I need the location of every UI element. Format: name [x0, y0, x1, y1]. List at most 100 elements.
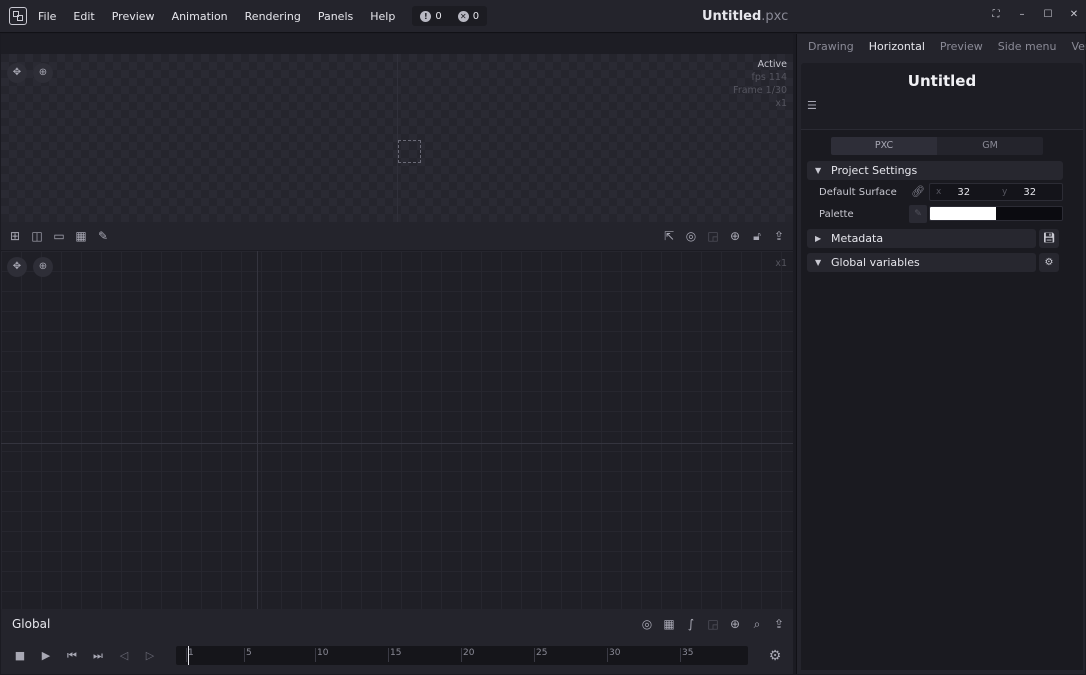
- warning-icon: !: [420, 10, 432, 22]
- default-surface-label: Default Surface: [819, 187, 897, 198]
- y-axis-label: y: [1002, 187, 1008, 197]
- palette-label: Palette: [819, 209, 854, 220]
- project-properties: PXC GM ▼ Project Settings Default Surfac…: [801, 129, 1083, 670]
- last-frame-icon[interactable]: ⏭: [91, 649, 105, 663]
- app-logo-icon[interactable]: [9, 7, 27, 25]
- section-title: Global variables: [831, 256, 920, 269]
- timeline-tick: 30: [606, 648, 621, 662]
- menu-help[interactable]: Help: [370, 10, 395, 23]
- palette-picker-icon[interactable]: ✎: [909, 205, 927, 223]
- timeline-track[interactable]: 1 5 10 15 20 25 30 35: [176, 646, 748, 665]
- prev-keyframe-icon[interactable]: ◁: [117, 649, 131, 663]
- preview-panel[interactable]: ✥ ⊕ Active fps 114 Frame 1/30 x1: [1, 34, 793, 222]
- global-variables-settings-icon[interactable]: ⚙: [1039, 253, 1059, 272]
- graph-center-icon[interactable]: ⊕: [727, 616, 743, 632]
- tile-grid-icon[interactable]: ▦: [73, 228, 89, 244]
- timeline-settings-icon[interactable]: ⚙: [767, 648, 783, 664]
- stop-icon[interactable]: ■: [13, 649, 27, 663]
- onion-skin-icon[interactable]: ◎: [683, 228, 699, 244]
- play-icon[interactable]: ▶: [39, 649, 53, 663]
- add-preview-icon[interactable]: ⊞: [7, 228, 23, 244]
- menu-edit[interactable]: Edit: [73, 10, 94, 23]
- menu-panels[interactable]: Panels: [318, 10, 353, 23]
- layer-icon[interactable]: ◲: [705, 228, 721, 244]
- close-icon[interactable]: ✕: [1068, 9, 1080, 21]
- expand-down-icon: ▼: [815, 258, 822, 267]
- zoom-icon[interactable]: ⊕: [33, 63, 53, 83]
- tab-side-menu[interactable]: Side menu: [998, 40, 1057, 53]
- preview-fps: fps 114: [751, 72, 787, 83]
- preview-center-line: [397, 54, 398, 222]
- next-keyframe-icon[interactable]: ▷: [143, 649, 157, 663]
- section-title: Metadata: [831, 232, 884, 245]
- section-project-settings[interactable]: ▼ Project Settings: [807, 161, 1063, 180]
- surface-width[interactable]: 32: [957, 187, 996, 198]
- node-graph-panel[interactable]: ✥ ⊕ x1: [1, 251, 793, 609]
- format-gm[interactable]: GM: [937, 137, 1043, 155]
- tab-drawing[interactable]: Drawing: [808, 40, 854, 53]
- list-icon[interactable]: ☰: [807, 99, 821, 113]
- preview-toolbar: ⊞ ◫ ▭ ▦ ✎ ⇱ ◎ ◲ ⊕ 🔓︎ ⇪: [1, 222, 793, 250]
- graph-onion-icon[interactable]: ◎: [639, 616, 655, 632]
- tab-vertical[interactable]: Vertic: [1071, 40, 1086, 53]
- graph-pan-icon[interactable]: ✥: [7, 257, 27, 277]
- fit-view-icon[interactable]: ▭: [51, 228, 67, 244]
- palette-swatch[interactable]: [996, 207, 1062, 220]
- export-icon[interactable]: ⇪: [771, 228, 787, 244]
- error-count: 0: [472, 10, 480, 22]
- menu-preview[interactable]: Preview: [112, 10, 155, 23]
- menu-file[interactable]: File: [38, 10, 56, 23]
- first-frame-icon[interactable]: ⏮: [65, 649, 79, 663]
- fullscreen-icon[interactable]: ⛶: [990, 9, 1002, 21]
- timeline-tick: 25: [533, 648, 548, 662]
- lock-icon[interactable]: 🔓︎: [749, 228, 765, 244]
- inspector-panel: Drawing Horizontal Preview Side menu Ver…: [796, 34, 1086, 674]
- timeline: ■ ▶ ⏮ ⏭ ◁ ▷ 1 5 10 15 20 25 30 35 ⚙: [1, 638, 793, 674]
- default-surface-input[interactable]: x 32 y 32: [929, 183, 1063, 201]
- preview-zoom: x1: [775, 98, 787, 109]
- section-metadata[interactable]: ▶ Metadata: [807, 229, 1036, 248]
- pan-icon[interactable]: ✥: [7, 63, 27, 83]
- error-icon: ✕: [457, 10, 469, 22]
- split-view-icon[interactable]: ◫: [29, 228, 45, 244]
- maximize-icon[interactable]: ☐: [1042, 9, 1054, 21]
- section-title: Project Settings: [831, 164, 918, 177]
- graph-layer-icon[interactable]: ◲: [705, 616, 721, 632]
- title-bar: File Edit Preview Animation Rendering Pa…: [0, 0, 1086, 33]
- menu-animation[interactable]: Animation: [172, 10, 228, 23]
- export-link-icon[interactable]: ⇱: [661, 228, 677, 244]
- preview-status: Active: [757, 59, 787, 70]
- menu-rendering[interactable]: Rendering: [245, 10, 301, 23]
- format-pxc[interactable]: PXC: [831, 137, 937, 155]
- search-icon[interactable]: ⌕: [749, 616, 765, 632]
- graph-context-label: Global: [12, 616, 51, 631]
- preview-info: Active fps 114 Frame 1/30 x1: [733, 58, 787, 110]
- preview-surface-bounds: [398, 140, 421, 163]
- playhead[interactable]: [188, 646, 189, 665]
- warning-count: 0: [435, 10, 442, 22]
- tab-horizontal[interactable]: Horizontal: [869, 40, 925, 53]
- center-icon[interactable]: ⊕: [727, 228, 743, 244]
- color-picker-icon[interactable]: ✎: [95, 228, 111, 244]
- save-metadata-icon[interactable]: 💾︎: [1039, 229, 1059, 248]
- graph-export-icon[interactable]: ⇪: [771, 616, 787, 632]
- palette-swatches[interactable]: [929, 206, 1063, 221]
- curve-icon[interactable]: ∫: [683, 616, 699, 632]
- link-icon[interactable]: 🔗︎: [911, 185, 925, 199]
- expand-right-icon: ▶: [815, 234, 822, 243]
- x-axis-label: x: [936, 187, 942, 197]
- inspector-title: Untitled: [907, 72, 977, 90]
- graph-axis-vertical: [257, 251, 258, 609]
- graph-zoom-icon[interactable]: ⊕: [33, 257, 53, 277]
- tab-preview[interactable]: Preview: [940, 40, 983, 53]
- timeline-tick: 20: [460, 648, 475, 662]
- notification-counter[interactable]: ! 0 ✕ 0: [412, 6, 488, 26]
- palette-swatch[interactable]: [930, 207, 996, 220]
- graph-grid-icon[interactable]: ▦: [661, 616, 677, 632]
- project-name: Untitled: [702, 9, 762, 24]
- graph-toolbar: Global ◎ ▦ ∫ ◲ ⊕ ⌕ ⇪: [1, 609, 793, 638]
- minimize-icon[interactable]: –: [1016, 9, 1028, 21]
- section-global-variables[interactable]: ▼ Global variables: [807, 253, 1036, 272]
- graph-axis-horizontal: [1, 443, 793, 444]
- surface-height[interactable]: 32: [1023, 187, 1062, 198]
